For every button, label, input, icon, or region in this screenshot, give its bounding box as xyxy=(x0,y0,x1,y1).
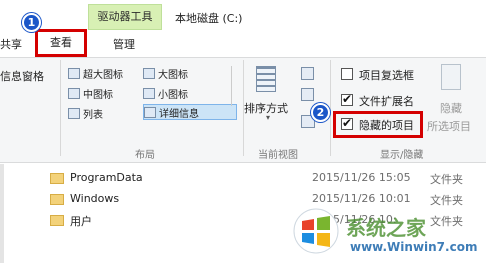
tab-share[interactable]: 共享 xyxy=(0,36,22,52)
info-pane-button[interactable]: 信息窗格 xyxy=(0,68,44,84)
file-name: Windows xyxy=(70,192,120,205)
folder-icon xyxy=(50,194,64,205)
window-title: 本地磁盘 (C:) xyxy=(175,12,243,25)
medium-icons-icon xyxy=(68,87,80,99)
xl-icons-icon xyxy=(68,67,80,79)
hide-selected-line1[interactable]: 隐藏 xyxy=(440,100,462,116)
folder-icon xyxy=(50,173,64,184)
hide-selected-line2[interactable]: 所选项目 xyxy=(427,118,471,134)
step-badge-2: 2 xyxy=(311,103,330,122)
tab-view[interactable]: 查看 xyxy=(35,29,87,57)
folder-icon xyxy=(50,215,64,226)
sort-by-icon xyxy=(256,66,276,92)
show-hide-group-label: 显示/隐藏 xyxy=(380,150,424,161)
layout-small-icons[interactable]: 小图标 xyxy=(143,85,188,101)
layout-xl-icons[interactable]: 超大图标 xyxy=(68,65,123,81)
layout-group-label: 布局 xyxy=(135,150,155,161)
layout-large-icons[interactable]: 大图标 xyxy=(143,65,188,81)
sort-dropdown-icon[interactable]: ▾ xyxy=(266,113,270,122)
layout-large-icons-label: 大图标 xyxy=(158,69,188,81)
tab-manage[interactable]: 管理 xyxy=(113,36,135,52)
layout-details-label: 详细信息 xyxy=(159,108,199,120)
step-badge-1: 1 xyxy=(22,13,41,32)
list-icon xyxy=(68,107,80,119)
file-type: 文件夹 xyxy=(430,194,463,207)
layout-medium-icons[interactable]: 中图标 xyxy=(68,85,113,101)
hidden-items-checkbox[interactable] xyxy=(341,116,353,130)
file-row[interactable]: Windows 2015/11/26 10:01 文件夹 xyxy=(50,191,470,209)
file-date: 2015/11/26 10:01 xyxy=(312,192,411,205)
file-row[interactable]: ProgramData 2015/11/26 15:05 文件夹 xyxy=(50,170,470,188)
group-by-icon[interactable] xyxy=(301,67,314,80)
small-icons-icon xyxy=(143,87,155,99)
drive-tools-context-tab[interactable]: 驱动器工具 xyxy=(88,4,162,30)
add-columns-icon[interactable] xyxy=(301,88,314,101)
watermark-url: www.Winwin7.com xyxy=(350,240,478,254)
layout-medium-icons-label: 中图标 xyxy=(83,89,113,101)
file-name: ProgramData xyxy=(70,171,143,184)
layout-details[interactable]: 详细信息 xyxy=(143,104,237,120)
drive-tools-label: 驱动器工具 xyxy=(97,10,153,23)
layout-xl-icons-label: 超大图标 xyxy=(83,69,123,81)
large-icons-icon xyxy=(143,67,155,79)
layout-list[interactable]: 列表 xyxy=(68,105,103,121)
file-extensions-label: 文件扩展名 xyxy=(359,95,414,108)
file-date: 2015/11/26 15:05 xyxy=(312,171,411,184)
navigation-pane-edge xyxy=(0,164,4,263)
file-type: 文件夹 xyxy=(430,215,463,228)
hide-selected-icon xyxy=(441,64,461,90)
layout-small-icons-label: 小图标 xyxy=(158,89,188,101)
current-view-group-label: 当前视图 xyxy=(258,150,298,161)
details-icon xyxy=(144,106,156,118)
item-checkboxes-checkbox[interactable] xyxy=(341,68,353,80)
ribbon-divider xyxy=(60,60,61,156)
file-extensions-checkbox[interactable] xyxy=(341,92,353,106)
hidden-items-label: 隐藏的项目 xyxy=(359,119,414,132)
tab-view-label: 查看 xyxy=(50,36,72,49)
item-checkboxes-label: 项目复选框 xyxy=(359,69,414,82)
layout-scroll[interactable] xyxy=(231,66,237,106)
layout-list-label: 列表 xyxy=(83,109,103,121)
file-type: 文件夹 xyxy=(430,173,463,186)
windows-logo-watermark xyxy=(293,208,339,254)
ribbon-divider xyxy=(330,60,331,156)
watermark-brand: 系统之家 xyxy=(346,216,426,240)
file-name: 用户 xyxy=(70,215,92,228)
